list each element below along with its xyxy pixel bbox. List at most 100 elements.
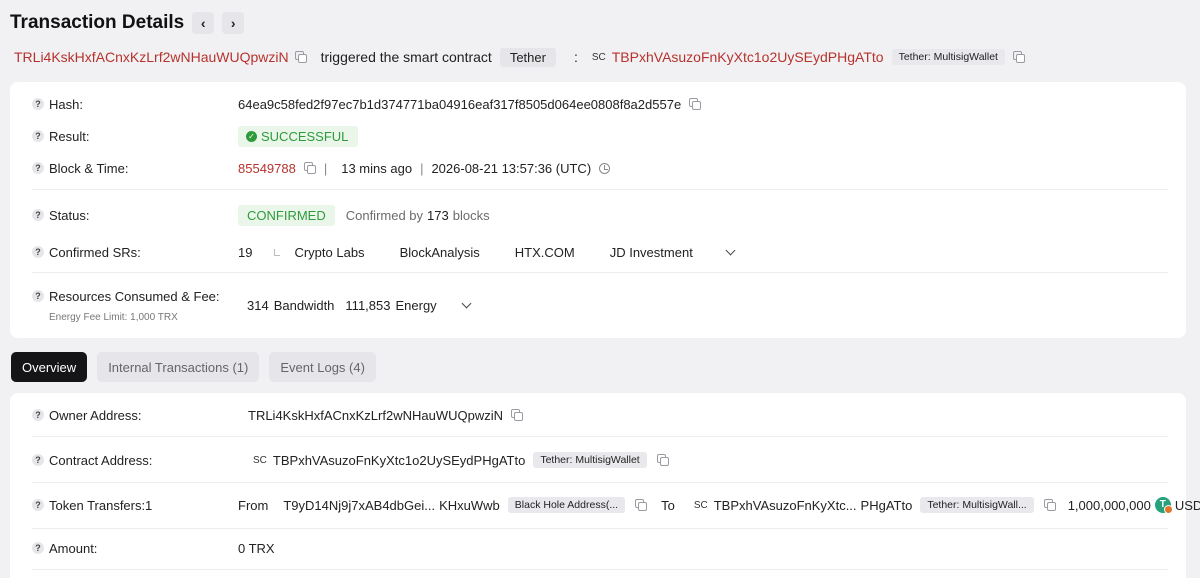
bandwidth-label: Bandwidth: [273, 297, 335, 313]
status-label: Status:: [49, 207, 90, 223]
tab-overview[interactable]: Overview: [11, 352, 88, 382]
status-badge: CONFIRMED: [238, 204, 335, 226]
from-address-end[interactable]: KHxuWwb: [439, 498, 500, 513]
sr-item[interactable]: JD Investment: [610, 245, 693, 260]
copy-icon[interactable]: [303, 162, 316, 174]
page-title: Transaction Details: [10, 12, 185, 33]
block-time-label: Block & Time:: [49, 160, 129, 176]
help-icon[interactable]: ?: [32, 542, 44, 554]
sc-label: SC: [693, 499, 708, 511]
block-datetime: 2026-08-21 13:57:36 (UTC): [431, 160, 592, 176]
transaction-summary: TRLi4KskHxfACnxKzLrf2wNHauWUQpwziN trigg…: [14, 46, 1025, 68]
colon-separator: :: [573, 49, 578, 65]
amount-row: ? Amount: 0 TRX: [10, 540, 1186, 556]
contract-address-link[interactable]: TBPxhVAsuzoFnKyXtc1o2UySEydPHgATto: [612, 49, 884, 65]
confirmed-srs-row: ? Confirmed SRs: 19 Crypto Labs BlockAna…: [10, 244, 1186, 260]
hash-label: Hash:: [49, 96, 83, 112]
prev-button[interactable]: ‹: [192, 12, 215, 34]
divider: [32, 272, 1168, 273]
help-icon[interactable]: ?: [32, 246, 44, 258]
caller-address-link[interactable]: TRLi4KskHxfACnxKzLrf2wNHauWUQpwziN: [14, 49, 289, 65]
chevron-left-icon: ‹: [200, 15, 206, 31]
contract-tag[interactable]: Tether: [499, 47, 556, 67]
from-name-tag: Black Hole Address(...: [507, 497, 626, 513]
help-icon[interactable]: ?: [32, 98, 44, 110]
to-address-end[interactable]: PHgATto: [861, 498, 913, 513]
bandwidth-value: 314: [247, 297, 269, 313]
sr-item[interactable]: HTX.COM: [515, 245, 575, 260]
sr-item[interactable]: BlockAnalysis: [400, 245, 480, 260]
divider: [32, 569, 1168, 570]
confirmed-srs-label: Confirmed SRs:: [49, 244, 141, 260]
token-transfers-label: Token Transfers:: [49, 497, 146, 513]
tab-event-logs[interactable]: Event Logs (4): [269, 352, 376, 382]
action-text: triggered the smart contract: [320, 49, 492, 65]
owner-address-row: ? Owner Address: TRLi4KskHxfACnxKzLrf2wN…: [10, 407, 1186, 423]
owner-address-value[interactable]: TRLi4KskHxfACnxKzLrf2wNHauWUQpwziN: [248, 408, 503, 423]
tab-bar: Overview Internal Transactions (1) Event…: [11, 352, 386, 382]
copy-icon[interactable]: [294, 51, 307, 63]
hash-value: 64ea9c58fed2f97ec7b1d374771ba04916eaf317…: [238, 96, 682, 112]
to-address-start[interactable]: TBPxhVAsuzoFnKyXtc...: [714, 498, 857, 513]
contract-address-row: ? Contract Address: SC TBPxhVAsuzoFnKyXt…: [10, 452, 1186, 468]
details-card: ? Hash: 64ea9c58fed2f97ec7b1d374771ba049…: [10, 82, 1186, 338]
amount-value: 0 TRX: [238, 540, 275, 556]
help-icon[interactable]: ?: [32, 454, 44, 466]
separator: |: [420, 160, 424, 176]
time-ago: 13 mins ago: [341, 160, 413, 176]
block-time-row: ? Block & Time: 85549788 | 13 mins ago |…: [10, 160, 1186, 176]
result-row: ? Result: ✓ SUCCESSFUL: [10, 125, 1186, 147]
confirmed-count: 173: [427, 207, 449, 223]
result-value: SUCCESSFUL: [261, 128, 349, 144]
help-icon[interactable]: ?: [32, 130, 44, 142]
overview-card: ? Owner Address: TRLi4KskHxfACnxKzLrf2wN…: [10, 393, 1200, 578]
confirmed-suffix: blocks: [452, 207, 490, 223]
copy-icon[interactable]: [656, 454, 669, 466]
divider: [32, 189, 1168, 190]
check-circle-icon: ✓: [246, 130, 257, 142]
clock-icon[interactable]: [599, 162, 611, 174]
divider: [32, 528, 1168, 529]
energy-label: Energy: [395, 297, 437, 313]
owner-address-label: Owner Address:: [49, 407, 142, 423]
confirmed-prefix: Confirmed by: [345, 207, 424, 223]
sc-label: SC: [591, 51, 606, 63]
contract-name-tag: Tether: MultisigWallet: [533, 452, 647, 468]
chevron-right-icon: ›: [230, 15, 236, 31]
divider: [32, 482, 1168, 483]
from-address-start[interactable]: T9yD14Nj9j7xAB4dbGei...: [283, 498, 435, 513]
header: Transaction Details ‹ ›: [10, 10, 245, 36]
tab-internal-transactions[interactable]: Internal Transactions (1): [97, 352, 260, 382]
help-icon[interactable]: ?: [32, 409, 44, 421]
sr-item[interactable]: Crypto Labs: [294, 245, 364, 260]
to-name-tag: Tether: MultisigWall...: [920, 497, 1034, 513]
result-badge: ✓ SUCCESSFUL: [238, 125, 359, 147]
result-label: Result:: [49, 128, 90, 144]
resources-values: 314 Bandwidth 111,853 Energy: [10, 297, 1186, 313]
chevron-down-icon[interactable]: [461, 298, 472, 308]
next-button[interactable]: ›: [222, 12, 245, 34]
hash-row: ? Hash: 64ea9c58fed2f97ec7b1d374771ba049…: [10, 96, 1186, 112]
help-icon[interactable]: ?: [32, 162, 44, 174]
chevron-down-icon[interactable]: [725, 245, 736, 255]
transfer-amount: 1,000,000,000: [1067, 497, 1151, 513]
help-icon[interactable]: ?: [32, 209, 44, 221]
tree-branch-icon: [274, 248, 281, 256]
copy-icon[interactable]: [511, 409, 523, 421]
contract-address-value[interactable]: TBPxhVAsuzoFnKyXtc1o2UySEydPHgATto: [273, 453, 525, 468]
copy-icon[interactable]: [689, 98, 702, 110]
contract-name-tag: Tether: MultisigWallet: [891, 49, 1005, 65]
contract-address-label: Contract Address:: [49, 452, 153, 468]
divider: [32, 436, 1168, 437]
sc-label: SC: [253, 454, 267, 466]
sr-count: 19: [238, 244, 253, 260]
block-number-link[interactable]: 85549788: [238, 161, 296, 176]
copy-icon[interactable]: [1043, 499, 1056, 511]
token-transfers-row: ? Token Transfers: 1 From T9yD14Nj9j7xAB…: [10, 496, 1200, 514]
usdt-token-icon: T: [1154, 497, 1173, 514]
copy-icon[interactable]: [635, 499, 648, 511]
copy-icon[interactable]: [1012, 51, 1025, 63]
token-symbol-link[interactable]: USDT: [1175, 498, 1200, 513]
amount-label: Amount:: [49, 540, 98, 556]
help-icon[interactable]: ?: [32, 499, 44, 511]
